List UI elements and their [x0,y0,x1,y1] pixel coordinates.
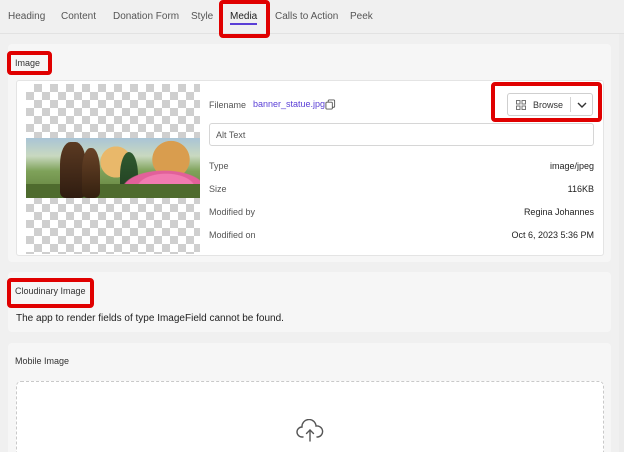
meta-modified-by-value: Regina Johannes [523,207,594,217]
tab-style[interactable]: Style [191,0,213,34]
scrollbar[interactable] [619,34,624,452]
meta-size-value: 116KB [567,184,594,194]
meta-type-value: image/jpeg [549,161,594,171]
tab-content[interactable]: Content [61,0,96,34]
meta-modified-on-value: Oct 6, 2023 5:36 PM [511,230,594,240]
tab-calls-to-action[interactable]: Calls to Action [275,0,338,34]
image-preview[interactable] [26,84,200,254]
filename-link[interactable]: banner_statue.jpg [253,99,325,109]
highlight-box-cloudinary-title [7,278,94,308]
tab-donation-form[interactable]: Donation Form [113,0,179,34]
tab-peek[interactable]: Peek [350,0,373,34]
image-thumbnail [26,138,200,198]
filename-label: Filename [209,100,247,110]
tab-heading[interactable]: Heading [8,0,45,34]
meta-type-label: Type [209,161,229,171]
alt-text-input[interactable] [209,123,594,146]
meta-modified-on-label: Modified on [209,230,256,240]
highlight-box-media-tab [219,0,270,38]
cloud-upload-icon[interactable] [296,419,324,443]
highlight-box-image-title [7,51,52,75]
mobile-image-section-title: Mobile Image [15,356,70,366]
copy-icon[interactable] [325,99,336,110]
meta-size-label: Size [209,184,227,194]
highlight-box-browse [491,82,602,122]
meta-modified-by-label: Modified by [209,207,256,217]
cloudinary-error-message: The app to render fields of type ImageFi… [16,313,284,324]
tab-bar: Heading Content Donation Form Style Medi… [0,0,624,34]
